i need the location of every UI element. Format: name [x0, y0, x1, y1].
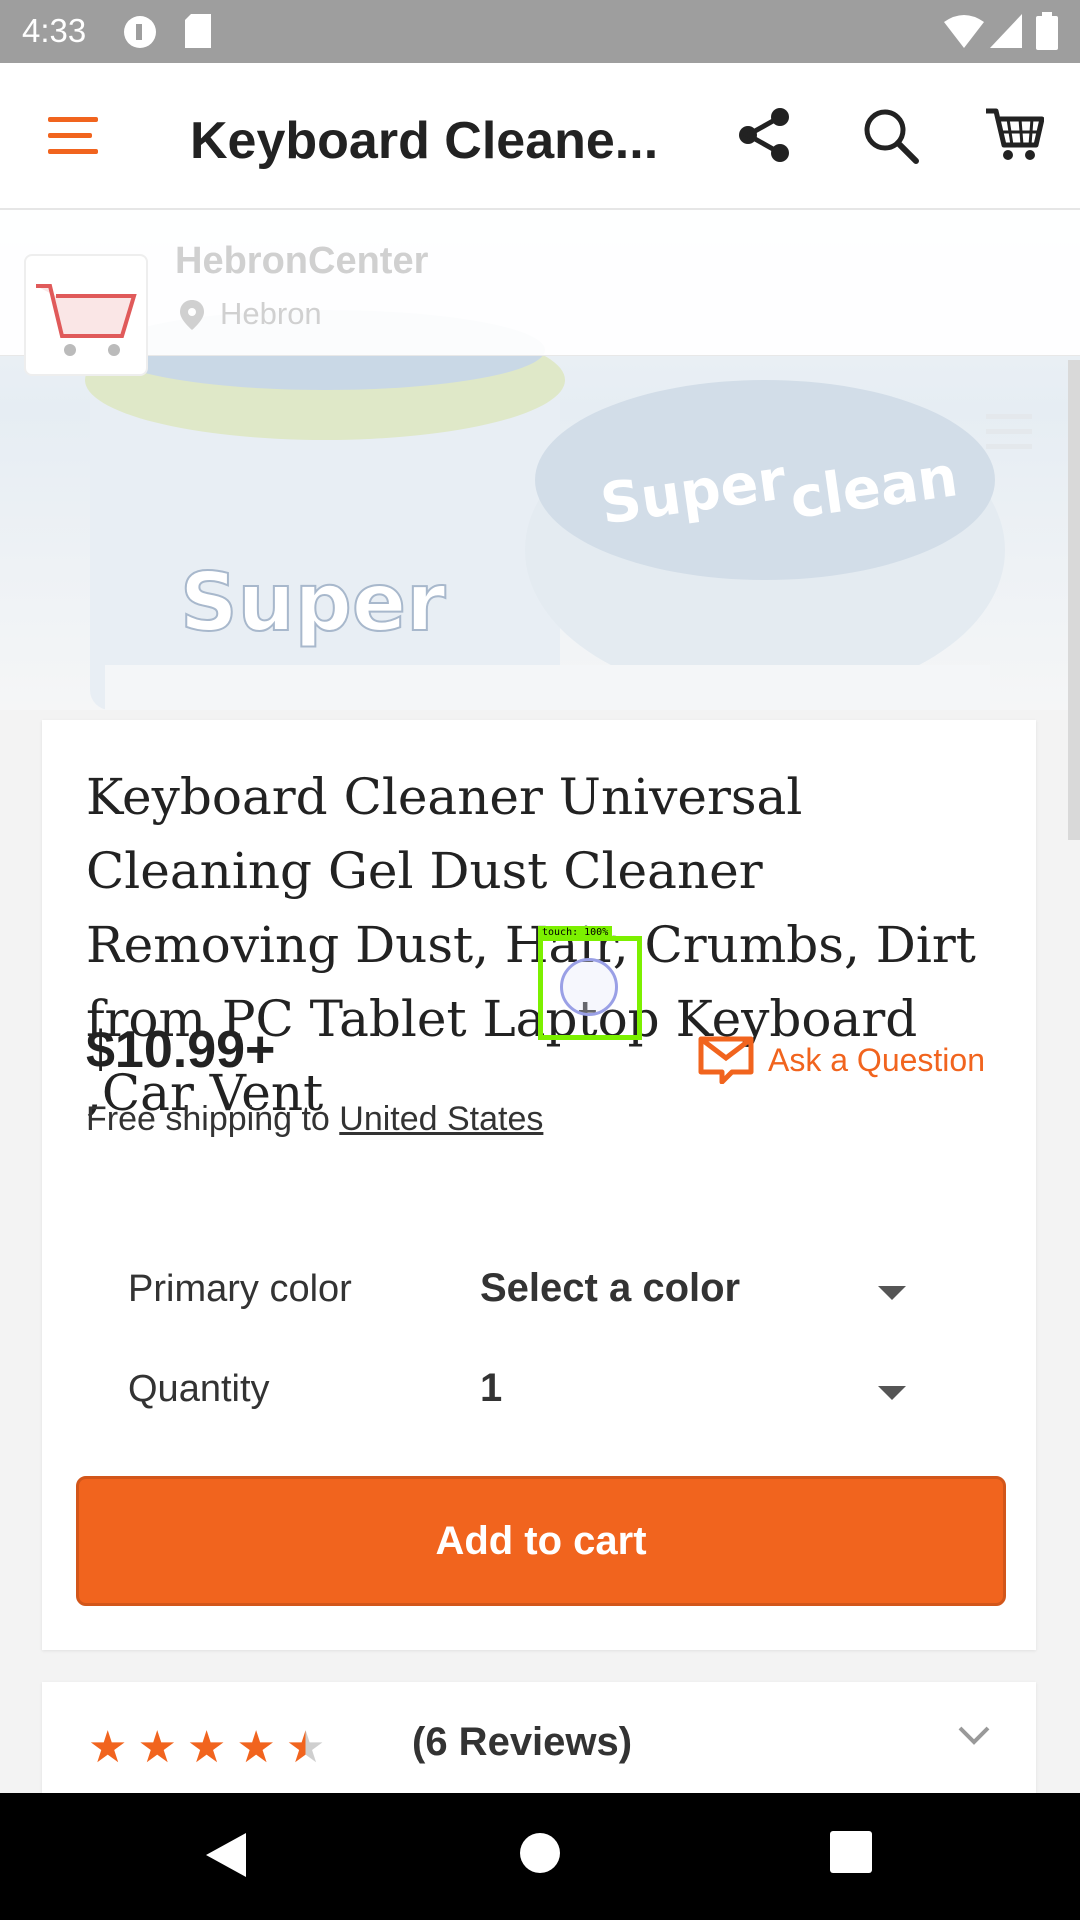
wifi-icon — [944, 14, 984, 52]
scrollbar[interactable] — [1068, 360, 1080, 840]
menu-icon[interactable] — [48, 115, 98, 159]
app-bar: Keyboard Cleane... — [0, 63, 1080, 210]
shop-name[interactable]: HebronCenter — [175, 240, 428, 283]
cart-icon[interactable] — [984, 107, 1045, 167]
sd-card-icon — [183, 14, 213, 52]
shop-location: Hebron — [220, 296, 322, 331]
rating-stars: ★ ★ ★ ★ ★ — [88, 1722, 325, 1773]
recents-icon[interactable] — [830, 1831, 872, 1877]
star-icon: ★ — [137, 1722, 177, 1773]
touch-point-icon — [560, 958, 618, 1016]
page-title: Keyboard Cleane... — [190, 112, 659, 170]
chevron-down-icon[interactable] — [956, 1724, 992, 1752]
chevron-down-icon[interactable] — [878, 1286, 906, 1300]
color-select[interactable]: Select a color — [480, 1266, 740, 1311]
chevron-down-icon[interactable] — [878, 1386, 906, 1400]
option-label-quantity: Quantity — [128, 1368, 270, 1410]
reviews-count: (6 Reviews) — [412, 1720, 633, 1764]
ask-question-button[interactable]: Ask a Question — [698, 1036, 985, 1084]
mail-icon — [698, 1036, 754, 1084]
location-pin-icon — [180, 300, 204, 334]
product-price: $10.99+ — [86, 1021, 276, 1079]
battery-icon — [1036, 12, 1058, 54]
star-icon: ★ — [88, 1722, 128, 1773]
signal-icon — [990, 14, 1022, 52]
shipping-prefix: Free shipping to — [86, 1100, 340, 1138]
back-icon[interactable] — [204, 1831, 248, 1883]
navigation-bar — [0, 1793, 1080, 1920]
home-icon[interactable] — [518, 1831, 562, 1879]
ask-question-label: Ask a Question — [768, 1041, 985, 1078]
status-bar: 4:33 — [0, 0, 1080, 63]
half-star-icon: ★ — [285, 1722, 326, 1773]
share-icon[interactable] — [738, 107, 790, 167]
status-time: 4:33 — [22, 12, 87, 49]
search-icon[interactable] — [862, 107, 920, 169]
shipping-country-link[interactable]: United States — [339, 1100, 543, 1138]
option-label-color: Primary color — [128, 1268, 352, 1310]
notification-icon — [122, 14, 158, 54]
svg-text:Super: Super — [180, 556, 446, 649]
star-icon: ★ — [186, 1722, 227, 1773]
quantity-select[interactable]: 1 — [480, 1366, 502, 1411]
product-page[interactable]: Super Super clean HebronCenter Hebron Ke… — [0, 210, 1080, 1793]
shipping-info: Free shipping to United States — [86, 1100, 543, 1139]
shop-header[interactable]: HebronCenter Hebron — [0, 210, 1080, 376]
gallery-list-icon[interactable] — [986, 412, 1032, 456]
reviews-card[interactable]: ★ ★ ★ ★ ★ (6 Reviews) — [42, 1682, 1036, 1793]
star-icon: ★ — [236, 1722, 276, 1773]
add-to-cart-button[interactable]: Add to cart — [76, 1476, 1006, 1606]
shop-logo[interactable] — [24, 254, 148, 376]
